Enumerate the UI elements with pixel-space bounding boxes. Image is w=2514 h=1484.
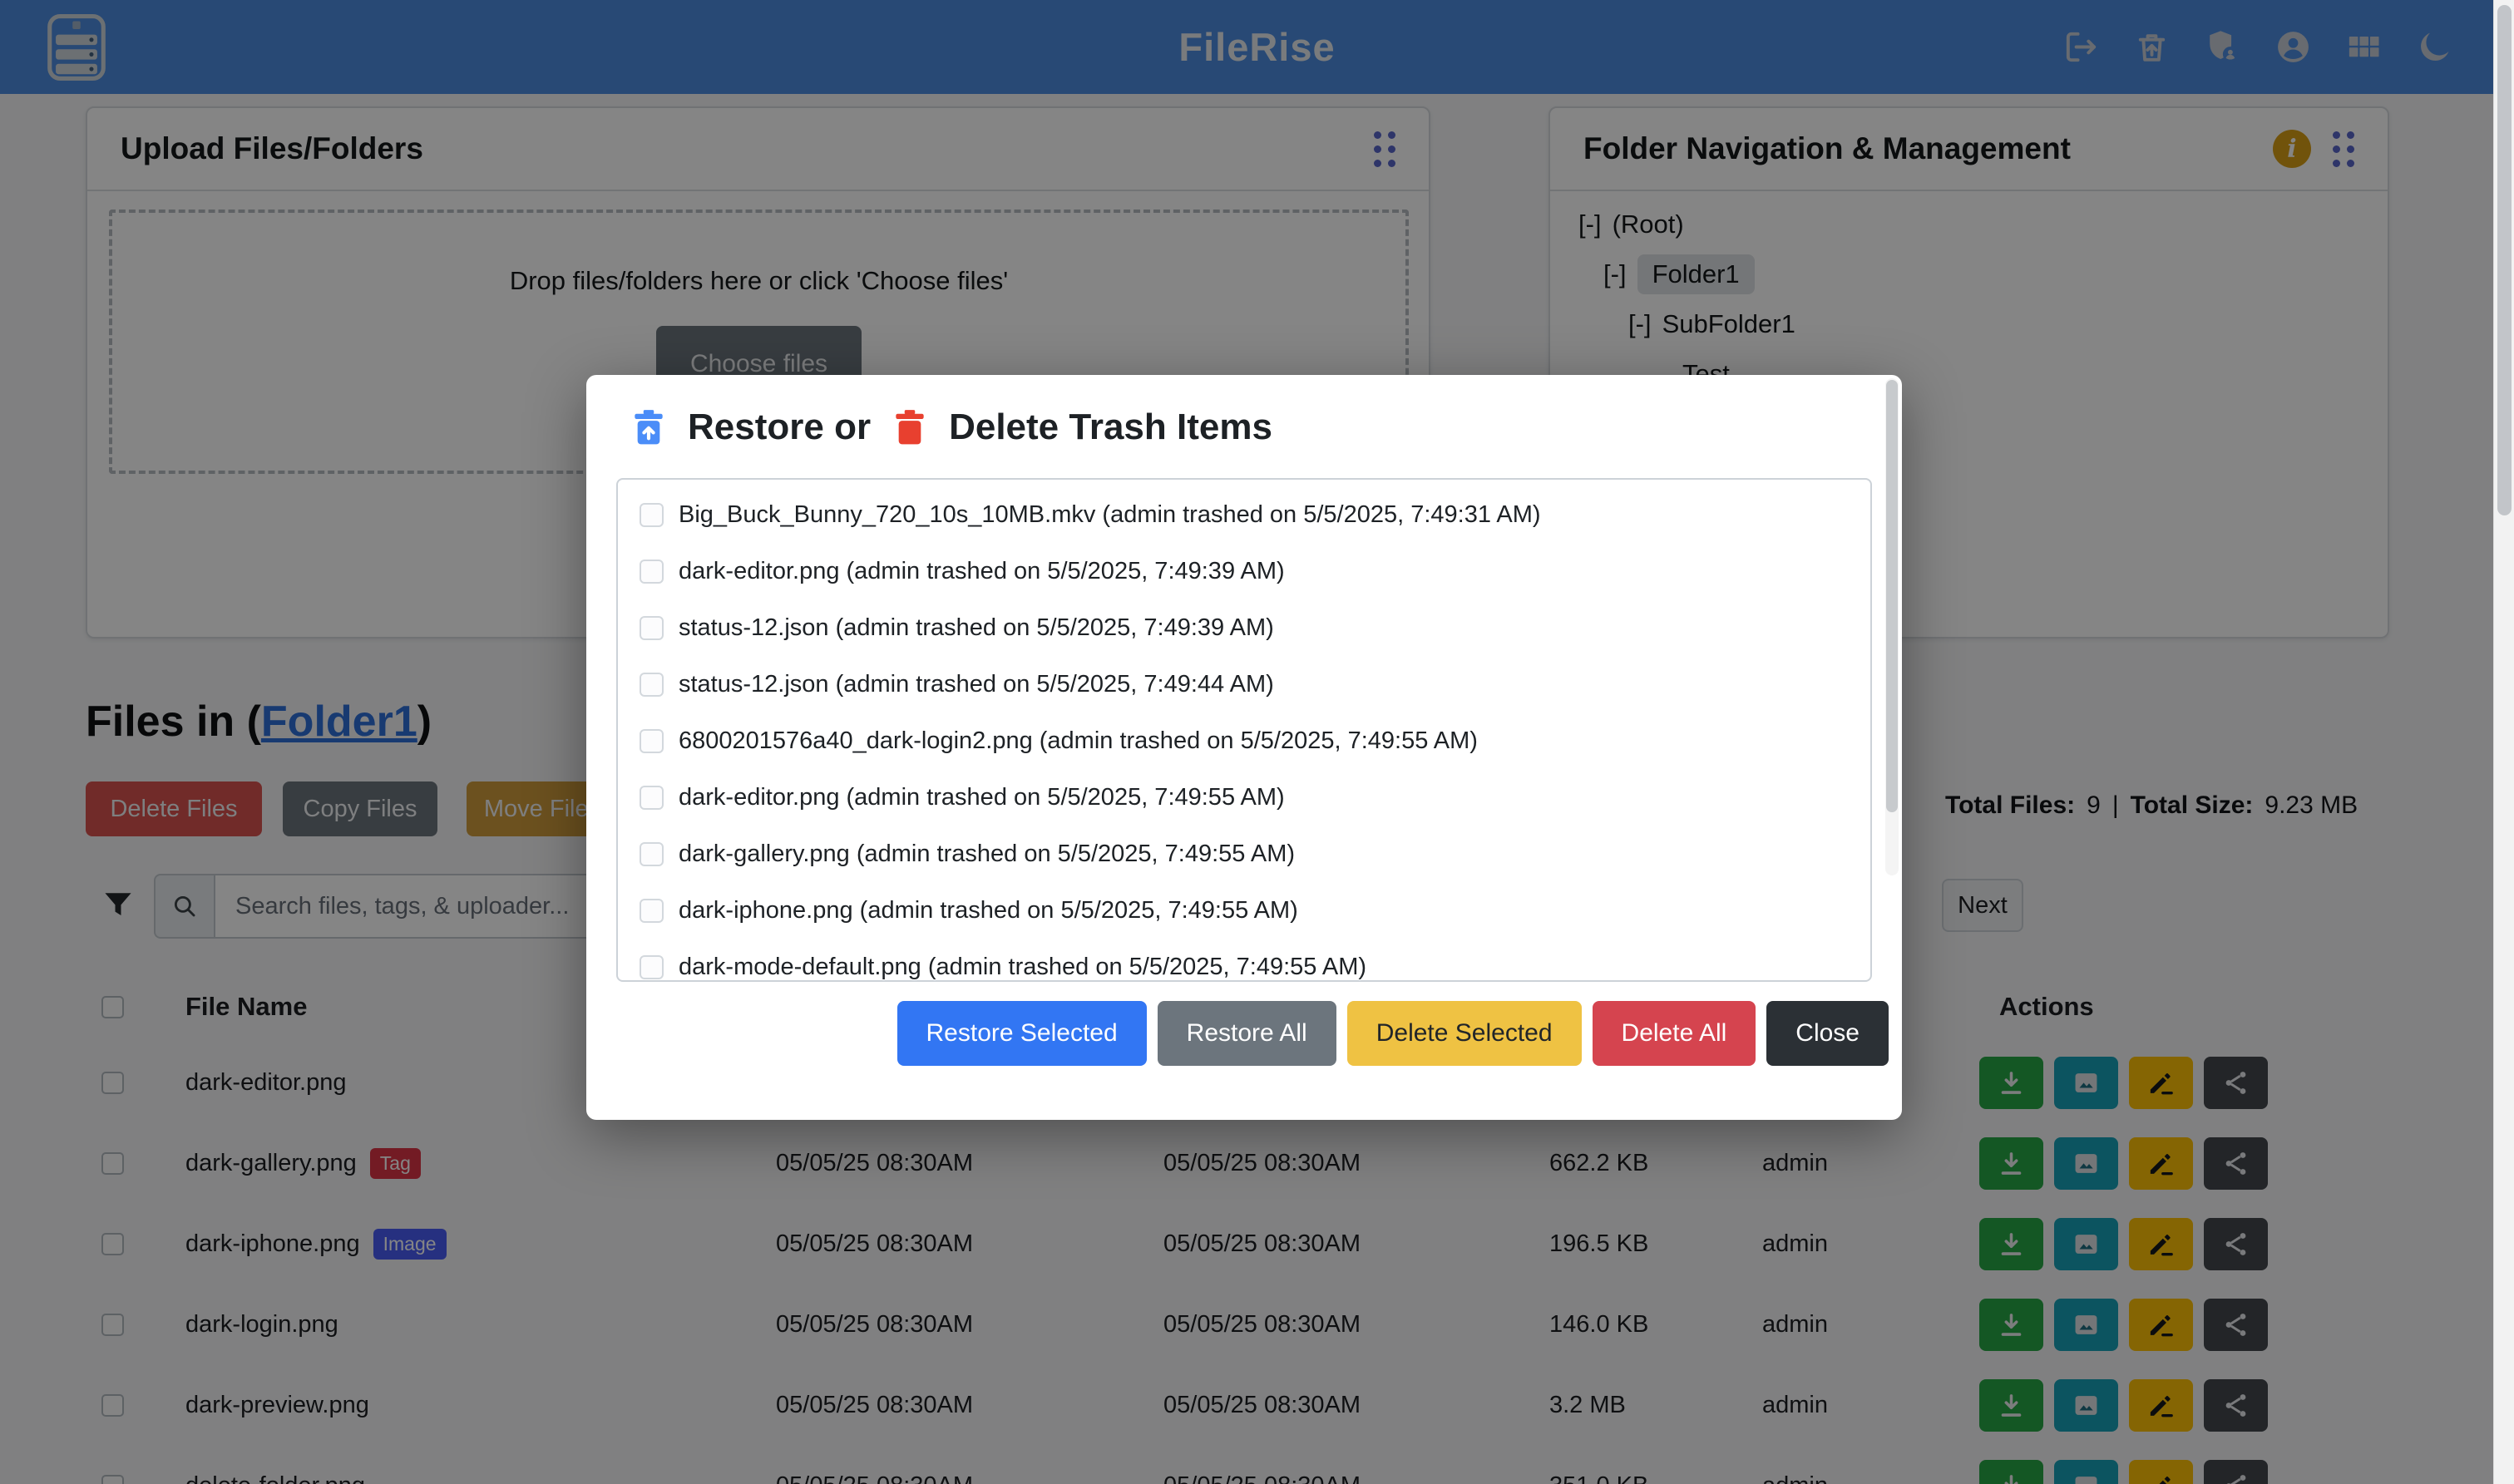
trash-list-item: Big_Buck_Bunny_720_10s_10MB.mkv (admin t…: [640, 486, 1870, 543]
trash-item-checkbox[interactable]: [640, 899, 664, 923]
trash-item-checkbox[interactable]: [640, 673, 664, 697]
restore-trash-icon: [628, 407, 669, 448]
trash-item-label: Big_Buck_Bunny_720_10s_10MB.mkv (admin t…: [679, 501, 1541, 529]
trash-list-item: status-12.json (admin trashed on 5/5/202…: [640, 599, 1870, 656]
page-scrollbar[interactable]: [2493, 0, 2514, 1484]
delete-trash-icon: [889, 407, 931, 448]
trash-list-item: status-12.json (admin trashed on 5/5/202…: [640, 656, 1870, 712]
restore-all-button[interactable]: Restore All: [1158, 1001, 1336, 1066]
restore-selected-button[interactable]: Restore Selected: [897, 1001, 1147, 1066]
trash-modal-title: Restore or Delete Trash Items: [628, 407, 1272, 448]
trash-item-label: dark-editor.png (admin trashed on 5/5/20…: [679, 558, 1285, 585]
trash-list-item: dark-iphone.png (admin trashed on 5/5/20…: [640, 882, 1870, 939]
list-scrollbar-thumb[interactable]: [1886, 380, 1898, 812]
trash-item-label: status-12.json (admin trashed on 5/5/202…: [679, 614, 1274, 642]
trash-item-checkbox[interactable]: [640, 786, 664, 810]
trash-item-checkbox[interactable]: [640, 560, 664, 584]
trash-modal: Restore or Delete Trash Items Big_Buck_B…: [586, 375, 1902, 1120]
trash-item-checkbox[interactable]: [640, 955, 664, 979]
scrollbar-thumb[interactable]: [2497, 5, 2512, 515]
trash-item-label: 6800201576a40_dark-login2.png (admin tra…: [679, 727, 1478, 755]
trash-item-checkbox[interactable]: [640, 616, 664, 640]
trash-item-label: dark-gallery.png (admin trashed on 5/5/2…: [679, 841, 1295, 868]
trash-item-label: dark-editor.png (admin trashed on 5/5/20…: [679, 784, 1285, 811]
trash-list-item: dark-editor.png (admin trashed on 5/5/20…: [640, 769, 1870, 826]
modal-button-row: Restore SelectedRestore AllDelete Select…: [897, 1001, 1889, 1066]
delete-selected-button[interactable]: Delete Selected: [1347, 1001, 1582, 1066]
trash-item-label: status-12.json (admin trashed on 5/5/202…: [679, 671, 1274, 698]
trash-items-list: Big_Buck_Bunny_720_10s_10MB.mkv (admin t…: [616, 478, 1872, 982]
trash-item-checkbox[interactable]: [640, 842, 664, 866]
trash-list-item: 6800201576a40_dark-login2.png (admin tra…: [640, 712, 1870, 769]
trash-item-label: dark-mode-default.png (admin trashed on …: [679, 954, 1366, 981]
close-button[interactable]: Close: [1766, 1001, 1889, 1066]
trash-list-item: dark-gallery.png (admin trashed on 5/5/2…: [640, 826, 1870, 882]
trash-item-label: dark-iphone.png (admin trashed on 5/5/20…: [679, 897, 1298, 924]
list-scrollbar[interactable]: [1885, 378, 1899, 875]
trash-item-checkbox[interactable]: [640, 503, 664, 527]
trash-list-item: dark-mode-default.png (admin trashed on …: [640, 939, 1870, 982]
trash-item-checkbox[interactable]: [640, 729, 664, 753]
trash-list-item: dark-editor.png (admin trashed on 5/5/20…: [640, 543, 1870, 599]
delete-all-button[interactable]: Delete All: [1593, 1001, 1756, 1066]
